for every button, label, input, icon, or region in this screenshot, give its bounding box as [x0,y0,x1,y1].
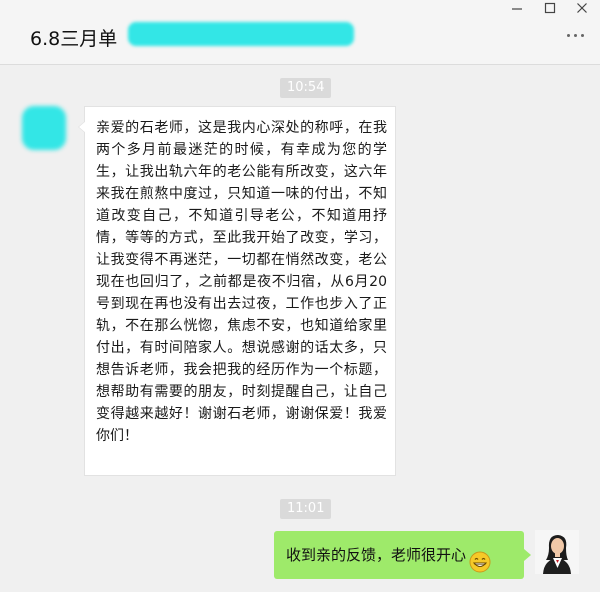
avatar[interactable] [535,530,579,574]
minimize-icon[interactable] [503,2,531,18]
scrollbar[interactable] [595,78,600,592]
message-bubble-sent[interactable]: 收到亲的反馈，老师很开心 [274,531,531,579]
message-text: 收到亲的反馈，老师很开心 [286,546,467,564]
avatar[interactable] [22,106,66,150]
maximize-icon[interactable] [536,2,564,18]
chat-header: 6.8三月单 [0,0,600,65]
grin-emoji [469,544,491,573]
close-icon[interactable] [568,2,596,18]
more-icon[interactable] [566,32,586,40]
timestamp: 10:54 [280,78,332,98]
chat-title: 6.8三月单 [30,28,118,50]
redacted-avatar [22,106,66,150]
redacted-name [128,22,354,46]
chat-window: 6.8三月单 10:54 亲爱的石老师，这是我内心深处的称呼，在我两个多月前最迷… [0,0,600,592]
message-bubble-received[interactable]: 亲爱的石老师，这是我内心深处的称呼，在我两个多月前最迷茫的时候，有幸成为您的学生… [78,106,396,476]
timestamp: 11:01 [280,499,332,519]
